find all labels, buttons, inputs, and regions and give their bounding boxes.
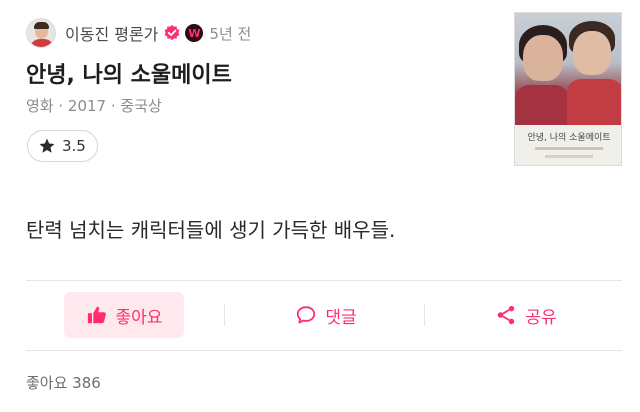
timestamp: 5년 전 xyxy=(209,24,252,43)
speech-bubble-icon xyxy=(297,306,316,324)
share-button[interactable]: 공유 xyxy=(466,292,586,338)
divider-bottom xyxy=(26,350,622,351)
rating-badge: 3.5 xyxy=(27,130,98,162)
poster-title: 안녕, 나의 소울메이트 xyxy=(527,133,611,143)
comment-text: 탄력 넘치는 캐릭터들에 생기 가득한 배우들. xyxy=(26,218,396,242)
comment-button[interactable]: 댓글 xyxy=(266,292,386,338)
thumbs-up-icon xyxy=(87,306,106,324)
watcha-badge-icon: W xyxy=(185,24,204,42)
username[interactable]: 이동진 평론가 xyxy=(65,21,158,45)
star-icon xyxy=(39,138,55,153)
movie-title[interactable]: 안녕, 나의 소울메이트 xyxy=(26,57,232,89)
movie-poster[interactable]: 안녕, 나의 소울메이트 xyxy=(514,12,622,166)
action-bar: 좋아요 댓글 공유 xyxy=(26,292,622,338)
share-icon xyxy=(498,305,515,325)
comment-header: 이동진 평론가 W 5년 전 xyxy=(26,17,251,49)
comment-label: 댓글 xyxy=(325,307,357,328)
avatar[interactable] xyxy=(26,18,56,48)
like-button[interactable]: 좋아요 xyxy=(64,292,184,338)
rating-value: 3.5 xyxy=(62,137,86,155)
share-label: 공유 xyxy=(525,307,557,328)
like-count[interactable]: 좋아요 386 xyxy=(26,372,101,393)
movie-meta: 영화 · 2017 · 중국상 xyxy=(26,97,162,115)
divider-top xyxy=(26,280,622,281)
verified-check-icon xyxy=(165,24,180,41)
like-label: 좋아요 xyxy=(115,307,163,328)
separator xyxy=(424,304,425,326)
separator xyxy=(224,304,225,326)
